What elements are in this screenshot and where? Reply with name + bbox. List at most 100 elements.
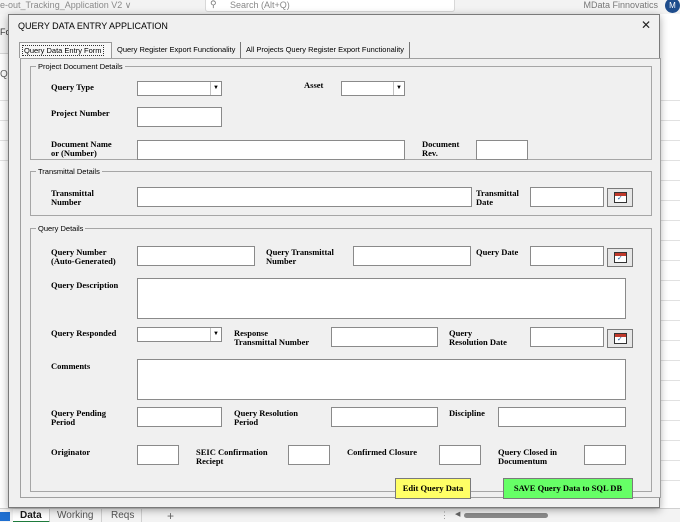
confirmed-closure-field[interactable]: [439, 445, 481, 465]
tab-query-data-entry-form[interactable]: Query Data Entry Form: [19, 42, 112, 58]
grid-line: [661, 480, 680, 481]
label-line: Period: [51, 417, 76, 427]
query-resolution-date-label: Query Resolution Date: [449, 329, 507, 347]
calendar-icon: ✓: [614, 252, 627, 263]
query-responded-label: Query Responded: [51, 328, 117, 338]
query-date-field[interactable]: [530, 246, 604, 266]
group-legend: Transmittal Details: [38, 167, 100, 176]
seic-confirmation-field[interactable]: [288, 445, 330, 465]
transmittal-date-label: Transmittal Date: [476, 189, 519, 207]
checkmark-icon: ✓: [617, 195, 623, 202]
chevron-down-icon[interactable]: ▼: [210, 328, 221, 341]
tab-page: Project Document Details Query Type ▼ As…: [20, 58, 661, 498]
transmittal-number-field[interactable]: [137, 187, 472, 207]
grid-line: [0, 120, 8, 121]
query-resolution-date-picker-button[interactable]: ✓: [607, 329, 633, 348]
query-date-label: Query Date: [476, 247, 519, 257]
search-placeholder: Search (Alt+Q): [230, 0, 290, 10]
calendar-icon: ✓: [614, 192, 627, 203]
query-entry-dialog: QUERY DATA ENTRY APPLICATION ✕ Query Dat…: [8, 14, 661, 508]
group-legend: Query Details: [38, 224, 84, 233]
checkmark-icon: ✓: [617, 255, 623, 262]
query-number-label: Query Number (Auto-Generated): [51, 248, 116, 266]
label-line: Resolution Date: [449, 337, 507, 347]
horizontal-scrollbar-thumb[interactable]: [464, 513, 548, 518]
grid-line: [0, 160, 8, 161]
query-type-select[interactable]: ▼: [137, 81, 222, 96]
document-rev-field[interactable]: [476, 140, 528, 160]
group-legend: Project Document Details: [38, 62, 123, 71]
project-number-label: Project Number: [51, 108, 110, 118]
grid-line: [661, 100, 680, 101]
response-transmittal-number-field[interactable]: [331, 327, 438, 347]
transmittal-date-picker-button[interactable]: ✓: [607, 188, 633, 207]
checkmark-icon: ✓: [617, 336, 623, 343]
comments-field[interactable]: [137, 359, 626, 400]
seic-confirmation-label: SEIC Confirmation Reciept: [196, 448, 268, 466]
grid-line: [661, 160, 680, 161]
grid-line: [0, 140, 8, 141]
scroll-left-icon[interactable]: ◀: [455, 510, 460, 518]
avatar[interactable]: M: [665, 0, 680, 13]
grid-line: [661, 140, 680, 141]
grid-line: [661, 400, 680, 401]
label-line: Documentum: [498, 456, 548, 466]
search-box[interactable]: ⚲ Search (Alt+Q): [205, 0, 455, 12]
tab-label: All Projects Query Register Export Funct…: [246, 45, 404, 54]
grid-line: [661, 460, 680, 461]
tab-query-register-export[interactable]: Query Register Export Functionality: [113, 42, 241, 58]
grid-line: [661, 320, 680, 321]
query-number-field[interactable]: [137, 246, 255, 266]
tab-label: Query Data Entry Form: [22, 45, 104, 56]
query-type-label: Query Type: [51, 82, 94, 92]
query-description-field[interactable]: [137, 278, 626, 319]
label-line: Transmittal Number: [234, 337, 310, 347]
discipline-label: Discipline: [449, 408, 485, 418]
asset-select[interactable]: ▼: [341, 81, 405, 96]
query-closed-in-field[interactable]: [584, 445, 626, 465]
sheet-tab-data[interactable]: Data: [13, 509, 50, 522]
query-pending-period-field[interactable]: [137, 407, 222, 427]
query-transmittal-number-field[interactable]: [353, 246, 471, 266]
grid-line: [661, 120, 680, 121]
grid-line: [661, 420, 680, 421]
close-icon[interactable]: ✕: [641, 18, 651, 32]
chevron-down-icon[interactable]: ▼: [393, 82, 404, 95]
query-resolution-period-label: Query Resolution Period: [234, 409, 298, 427]
label-line: Date: [476, 197, 493, 207]
originator-field[interactable]: [137, 445, 179, 465]
label-line: Number: [51, 197, 82, 207]
edit-query-data-button[interactable]: Edit Query Data: [395, 478, 471, 499]
comments-label: Comments: [51, 361, 91, 371]
originator-label: Originator: [51, 447, 91, 457]
query-responded-select[interactable]: ▼: [137, 327, 222, 342]
scroll-split-handle[interactable]: ⋮: [440, 510, 449, 521]
query-resolution-period-field[interactable]: [331, 407, 438, 427]
document-name-field[interactable]: [137, 140, 405, 160]
add-sheet-button[interactable]: +: [160, 509, 181, 522]
label-line: Number: [266, 256, 297, 266]
tab-all-projects-export[interactable]: All Projects Query Register Export Funct…: [242, 42, 410, 58]
query-resolution-date-field[interactable]: [530, 327, 604, 347]
chevron-down-icon[interactable]: ▼: [210, 82, 221, 95]
file-title: e-out_Tracking_Application V2 ∨: [0, 0, 132, 10]
transmittal-date-field[interactable]: [530, 187, 604, 207]
formula-fragment: Q: [0, 69, 8, 80]
sheet-tab-working[interactable]: Working: [50, 509, 102, 522]
grid-line: [661, 260, 680, 261]
grid-line: [661, 360, 680, 361]
label-line: Period: [234, 417, 259, 427]
sheet-nav-button[interactable]: [0, 512, 10, 521]
project-number-field[interactable]: [137, 107, 222, 127]
excel-title-bar: e-out_Tracking_Application V2 ∨ ⚲ Search…: [0, 0, 680, 14]
save-query-data-button[interactable]: SAVE Query Data to SQL DB: [503, 478, 633, 499]
sheet-tab-bar: Data Working Reqs + ⋮ ◀: [0, 508, 680, 522]
dialog-title: QUERY DATA ENTRY APPLICATION: [18, 21, 168, 31]
query-date-picker-button[interactable]: ✓: [607, 248, 633, 267]
document-rev-label: Document Rev.: [422, 140, 459, 158]
grid-line: [0, 100, 8, 101]
discipline-field[interactable]: [498, 407, 626, 427]
grid-line: [661, 300, 680, 301]
response-transmittal-number-label: Response Transmittal Number: [234, 329, 309, 347]
sheet-tab-reqs[interactable]: Reqs: [104, 509, 143, 522]
